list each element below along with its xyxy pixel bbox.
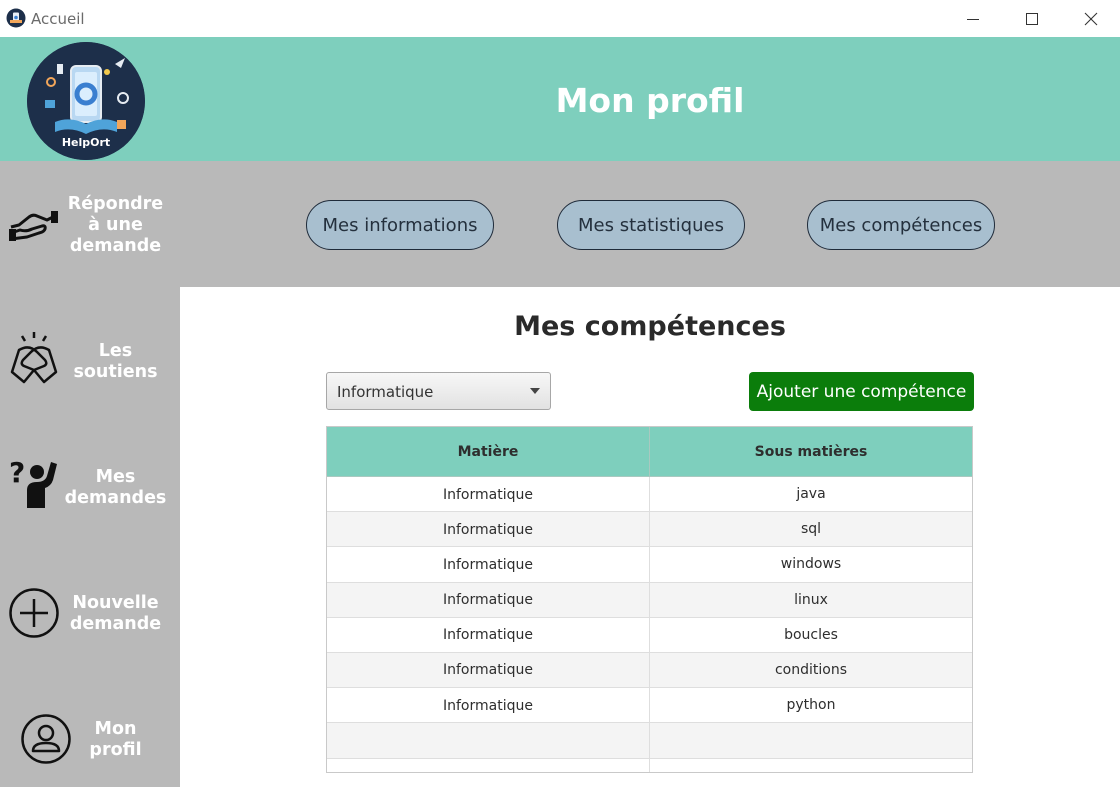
helport-logo: HelpOrt (27, 42, 145, 160)
window-titlebar: Accueil (0, 0, 1120, 37)
tab-mes-informations[interactable]: Mes informations (306, 200, 494, 250)
minimize-icon (967, 18, 979, 20)
maximize-icon (1026, 12, 1038, 25)
matiere-select[interactable]: Informatique (326, 372, 551, 410)
cell-sous-matiere: java (796, 486, 826, 502)
close-button[interactable] (1062, 0, 1120, 37)
table-row-empty[interactable] (327, 723, 972, 759)
cell-matiere: Informatique (327, 547, 650, 583)
sidebar-item-mes-demandes[interactable]: ? Mes demandes (0, 413, 180, 539)
minimize-button[interactable] (944, 0, 1002, 37)
sidebar-item-label: Répondre à une demande (67, 194, 164, 256)
table-row[interactable]: Informatique java (327, 477, 972, 513)
cell-matiere (327, 723, 650, 759)
table-row-empty[interactable] (327, 758, 972, 773)
chevron-down-icon (530, 388, 540, 394)
cell-matiere: Informatique (327, 582, 650, 618)
cell-matiere: Informatique (327, 477, 650, 512)
table-row[interactable]: Informatique conditions (327, 652, 972, 689)
app-icon (6, 8, 26, 28)
sidebar-item-label: Mes demandes (64, 467, 167, 508)
cell-sous-matiere: conditions (774, 661, 848, 678)
plus-circle-icon (6, 583, 62, 643)
table-row[interactable]: Informatique windows (327, 547, 972, 583)
section-title: Mes compétences (514, 311, 786, 342)
table-row[interactable]: Informatique boucles (327, 617, 972, 653)
logo-text: HelpOrt (62, 136, 110, 149)
matiere-select-value: Informatique (337, 383, 434, 401)
sidebar: Répondre à une demande Les soutiens ? Me… (0, 161, 180, 787)
page-title: Mon profil (555, 81, 745, 120)
cell-sous-matiere: linux (794, 591, 828, 608)
sidebar-item-label: Nouvelle demande (69, 593, 162, 634)
cell-sous-matiere (650, 723, 972, 757)
window-title: Accueil (31, 10, 85, 28)
cell-sous-matiere: windows (780, 556, 842, 573)
support-hands-icon (6, 327, 62, 387)
table-row[interactable]: Informatique linux (327, 582, 972, 618)
column-header-sous-matieres[interactable]: Sous matières (650, 427, 972, 477)
cell-sous-matiere: sql (800, 521, 822, 538)
sidebar-item-label: Les soutiens (73, 341, 158, 382)
handshake-icon (6, 193, 62, 253)
main-content: Mes compétences Informatique Ajouter une… (180, 287, 1120, 787)
table-row[interactable]: Informatique sql (327, 512, 972, 548)
tab-mes-competences[interactable]: Mes compétences (807, 200, 995, 250)
table-body: Informatique java Informatique sql Infor… (327, 477, 972, 773)
cell-sous-matiere: boucles (784, 626, 838, 643)
cell-matiere: Informatique (327, 652, 650, 688)
cell-matiere: Informatique (327, 512, 650, 548)
close-icon (1084, 12, 1098, 25)
table-row[interactable]: Informatique python (327, 688, 972, 724)
svg-text:?: ? (9, 456, 25, 489)
maximize-button[interactable] (1003, 0, 1061, 37)
column-header-matiere[interactable]: Matière (327, 427, 650, 477)
competences-table: Matière Sous matières Informatique java … (326, 426, 973, 773)
cell-sous-matiere (650, 759, 972, 773)
cell-matiere: Informatique (327, 617, 650, 653)
app-header: HelpOrt Mon profil (0, 37, 1120, 161)
cell-matiere: Informatique (327, 688, 650, 724)
sidebar-item-label: Mon profil (89, 719, 142, 760)
cell-sous-matiere: python (786, 697, 836, 714)
tab-mes-statistiques[interactable]: Mes statistiques (557, 200, 745, 250)
sidebar-item-soutiens[interactable]: Les soutiens (0, 287, 180, 413)
profile-tabs: Mes informations Mes statistiques Mes co… (180, 161, 1120, 287)
add-competence-button[interactable]: Ajouter une compétence (749, 372, 974, 411)
sidebar-item-mon-profil[interactable]: Mon profil (0, 665, 180, 787)
cell-matiere (327, 758, 650, 772)
table-header: Matière Sous matières (327, 427, 972, 477)
sidebar-item-nouvelle-demande[interactable]: Nouvelle demande (0, 539, 180, 665)
sidebar-item-repondre[interactable]: Répondre à une demande (0, 161, 180, 287)
question-person-icon: ? (6, 453, 62, 513)
